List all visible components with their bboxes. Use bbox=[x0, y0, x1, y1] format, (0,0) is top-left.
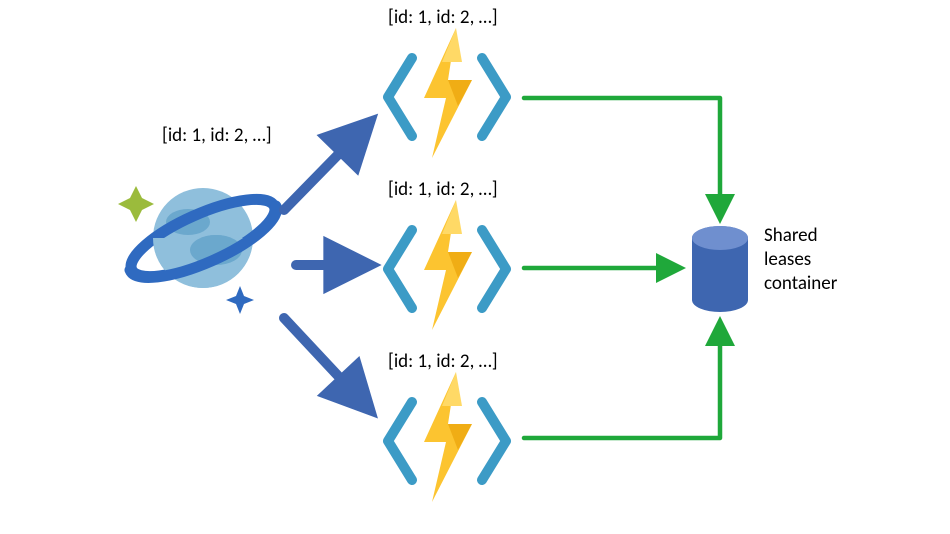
azure-function-3-icon bbox=[382, 386, 512, 496]
code-bracket-left-icon bbox=[382, 52, 418, 142]
diagram-canvas: [id: 1, id: 2, …] [id: 1, id: 2, …] bbox=[0, 0, 950, 534]
code-bracket-right-icon bbox=[476, 224, 512, 314]
cosmos-db-icon bbox=[108, 158, 298, 328]
arrow-fn3-to-leases bbox=[524, 322, 720, 438]
function-2-label: [id: 1, id: 2, …] bbox=[388, 178, 498, 201]
database-icon bbox=[690, 226, 750, 312]
code-bracket-right-icon bbox=[476, 52, 512, 142]
azure-function-1-icon bbox=[382, 42, 512, 152]
lightning-bolt-icon bbox=[414, 200, 480, 330]
code-bracket-right-icon bbox=[476, 396, 512, 486]
function-1-label: [id: 1, id: 2, …] bbox=[388, 6, 498, 29]
lightning-bolt-icon bbox=[414, 372, 480, 502]
lightning-bolt-icon bbox=[414, 28, 480, 158]
function-3-label: [id: 1, id: 2, …] bbox=[388, 350, 498, 373]
leases-label: Shared leases container bbox=[764, 224, 837, 295]
azure-function-2-icon bbox=[382, 214, 512, 324]
code-bracket-left-icon bbox=[382, 224, 418, 314]
arrow-fn1-to-leases bbox=[524, 98, 720, 218]
arrow-source-to-fn3 bbox=[284, 318, 370, 410]
code-bracket-left-icon bbox=[382, 396, 418, 486]
source-label: [id: 1, id: 2, …] bbox=[162, 124, 272, 147]
